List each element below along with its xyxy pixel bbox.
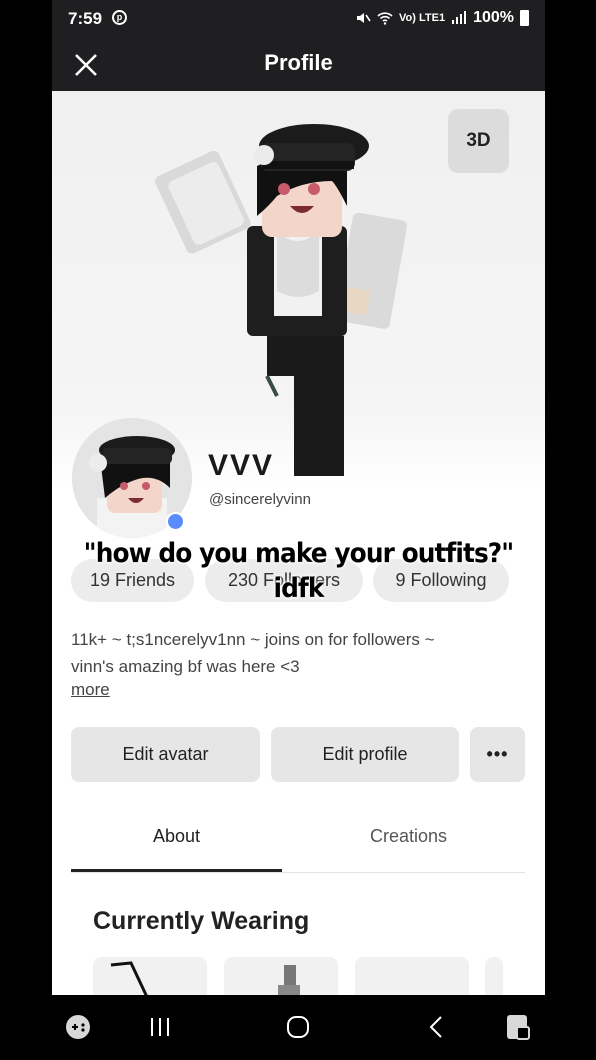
app-notification-icon: p bbox=[112, 10, 127, 25]
profile-bio: 11k+ ~ t;s1ncerelyv1nn ~ joins on for fo… bbox=[71, 626, 511, 680]
tab-about[interactable]: About bbox=[71, 813, 282, 873]
recent-apps-button[interactable] bbox=[144, 1011, 176, 1043]
hat-item-icon bbox=[355, 957, 469, 995]
online-status-dot bbox=[166, 512, 185, 531]
video-caption-overlay: "how do you make your outfits?" idfk bbox=[72, 536, 526, 606]
edit-profile-button[interactable]: Edit profile bbox=[271, 727, 459, 782]
currently-wearing-title: Currently Wearing bbox=[93, 907, 310, 935]
display-name: VVV bbox=[208, 449, 275, 482]
status-bar: 7:59 p Vo) LTE1 100% bbox=[52, 0, 545, 38]
back-button[interactable] bbox=[421, 1011, 453, 1043]
recent-apps-icon bbox=[151, 1018, 169, 1036]
signal-icon bbox=[452, 11, 467, 24]
screenshot-assistant-icon bbox=[507, 1015, 530, 1040]
network-label: Vo) LTE1 bbox=[399, 12, 446, 24]
system-nav-bar bbox=[52, 995, 545, 1060]
mute-icon bbox=[357, 13, 371, 23]
battery-percent: 100% bbox=[473, 9, 514, 26]
wearing-item-card[interactable] bbox=[355, 957, 469, 995]
bio-line: vinn's amazing bf was here <3 bbox=[71, 657, 300, 676]
edit-avatar-button[interactable]: Edit avatar bbox=[71, 727, 260, 782]
chair-item-icon bbox=[110, 961, 148, 995]
game-launcher-icon bbox=[66, 1015, 90, 1039]
app-header: Profile bbox=[52, 38, 545, 91]
home-icon bbox=[287, 1016, 309, 1038]
toggle-3d-button[interactable]: 3D bbox=[448, 109, 509, 173]
username: @sincerelyvinn bbox=[209, 491, 311, 508]
home-button[interactable] bbox=[282, 1011, 314, 1043]
status-indicators: Vo) LTE1 100% bbox=[355, 9, 529, 27]
bio-line: 11k+ ~ t;s1ncerelyv1nn ~ joins on for fo… bbox=[71, 630, 435, 649]
caption-line: idfk bbox=[273, 573, 325, 604]
page-title: Profile bbox=[264, 50, 333, 75]
wearing-item-card[interactable] bbox=[93, 957, 207, 995]
assistant-button[interactable] bbox=[502, 1011, 534, 1043]
tab-creations[interactable]: Creations bbox=[292, 813, 525, 873]
accessory-item-icon bbox=[278, 965, 300, 995]
wearing-item-card[interactable] bbox=[485, 957, 503, 995]
status-time: 7:59 bbox=[68, 9, 103, 28]
caption-line: "how do you make your outfits?" bbox=[83, 538, 515, 569]
wearing-item-card[interactable] bbox=[224, 957, 338, 995]
game-launcher-button[interactable] bbox=[62, 1011, 94, 1043]
tab-divider bbox=[71, 872, 525, 873]
bio-more-link[interactable]: more bbox=[71, 680, 110, 700]
wifi-icon bbox=[377, 12, 393, 25]
more-options-button[interactable]: ••• bbox=[470, 727, 525, 782]
back-icon bbox=[429, 1016, 442, 1038]
battery-icon bbox=[520, 10, 529, 26]
